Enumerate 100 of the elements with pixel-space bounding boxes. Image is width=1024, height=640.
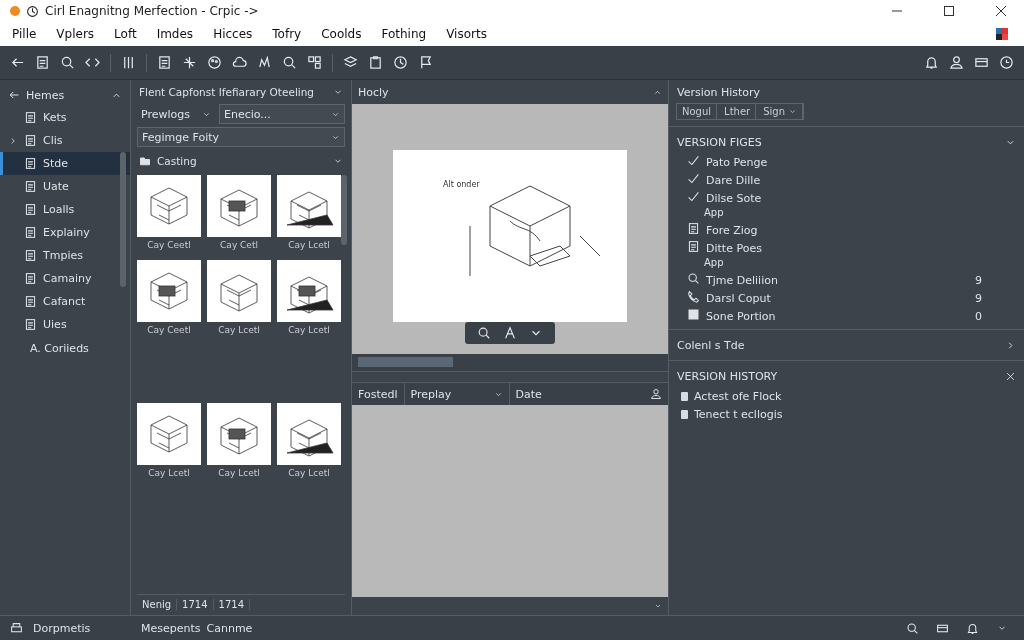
tab-button[interactable]: Lther (719, 104, 757, 119)
thumbnail-caption: Cay Lcetl (288, 325, 330, 335)
history-item[interactable]: Actest ofe Flock (694, 389, 782, 403)
menu-item[interactable]: Tofry (272, 27, 302, 41)
window-icon (974, 55, 989, 70)
sidebar-item[interactable]: Kets (0, 106, 130, 129)
grid-icon (307, 55, 322, 70)
document-icon (24, 318, 37, 331)
isometric-drawing (137, 403, 201, 465)
sidebar-item[interactable]: Stde (0, 152, 130, 175)
menu-item[interactable]: Coolds (321, 27, 362, 41)
flag-icon (418, 55, 433, 70)
section-title: VERSION FIGES (677, 135, 762, 149)
column-header[interactable]: Date (509, 383, 668, 405)
list-item[interactable]: Fore Ziog (706, 223, 758, 237)
zoom-icon (282, 55, 297, 70)
thumbnail-caption: Cay Lcetl (148, 468, 190, 478)
columns-icon (121, 55, 136, 70)
document-icon (24, 203, 37, 216)
document-icon (24, 226, 37, 239)
chevron-down-icon (654, 602, 662, 610)
clipboard-icon (368, 55, 383, 70)
check-icon (687, 172, 700, 185)
menu-item[interactable]: Hicces (213, 27, 253, 41)
scrollbar[interactable] (120, 152, 126, 287)
panel-title: Hocly (358, 85, 389, 99)
menu-item[interactable]: Pille (12, 27, 37, 41)
search-icon (687, 272, 700, 285)
check-icon (687, 154, 700, 167)
list-item[interactable]: Pato Penge (706, 155, 768, 169)
text-button[interactable] (503, 326, 517, 340)
letter-icon (503, 326, 517, 340)
isometric-drawing (137, 260, 201, 322)
sidebar-item[interactable]: A. Coriieds (0, 336, 130, 355)
menu-item[interactable]: Fothing (381, 27, 427, 41)
sidebar-item[interactable]: Cafanct (0, 290, 130, 313)
layers-icon (343, 55, 358, 70)
pen-icon (257, 55, 272, 70)
sidebar-item[interactable]: Explainy (0, 221, 130, 244)
sidebar-item[interactable]: Loalls (0, 198, 130, 221)
isometric-drawing (277, 403, 341, 465)
close-button[interactable] (1005, 370, 1016, 382)
window-title: Cirl Enagnitng Merfection - Crpic -> (45, 4, 259, 18)
page-icon (157, 55, 172, 70)
palette-icon (207, 55, 222, 70)
status-text: Mesepents (141, 621, 201, 635)
menu-item[interactable]: Vplers (56, 27, 95, 41)
isometric-drawing (277, 175, 341, 237)
isometric-drawing (137, 175, 201, 237)
sidebar-item[interactable]: Tmpies (0, 244, 130, 267)
clock-icon (393, 55, 408, 70)
menu-item[interactable]: Visorts (446, 27, 487, 41)
list-item[interactable]: Ditte Poes (706, 241, 762, 255)
thumbnail-caption: Cay Lcetl (288, 468, 330, 478)
close-icon (995, 5, 1007, 17)
document-icon (687, 240, 700, 253)
document-icon (35, 55, 50, 70)
section-title: VERSION HISTORY (677, 369, 778, 383)
status-text: Dorpmetis (33, 621, 91, 635)
panel-title: Flent Capfonst Ifefiarary Oteeling (139, 86, 315, 98)
menu-item[interactable]: Loft (114, 27, 137, 41)
document-icon (24, 157, 37, 170)
search-field[interactable]: Enecio... (219, 104, 345, 124)
item-subtitle: App (703, 257, 725, 270)
thumbnail-caption: Cay Ceetl (147, 240, 191, 250)
scrollbar[interactable] (341, 175, 347, 245)
document-icon (24, 295, 37, 308)
tab-button[interactable]: Nogul (677, 104, 718, 119)
list-item[interactable]: Dare Dille (706, 173, 761, 187)
footer-cell: 1714 (177, 598, 214, 610)
thumbnail-caption: Cay Lcetl (218, 325, 260, 335)
isometric-drawing (207, 175, 271, 237)
list-item[interactable]: Darsl Coput (706, 291, 771, 305)
thumbnail-caption: Cay Cetl (220, 240, 258, 250)
panel-title: Version History (676, 85, 762, 101)
sort-dropdown[interactable]: Fegimge Foity (137, 127, 345, 147)
sidebar-item[interactable]: Uate (0, 175, 130, 198)
tab-button[interactable]: Sign (758, 104, 803, 119)
zoom-button[interactable] (477, 326, 491, 340)
back-arrow-icon (8, 89, 20, 101)
app-logo-icon (10, 6, 20, 16)
search-icon (60, 55, 75, 70)
section-title: Colenl s Tde (677, 338, 745, 352)
isometric-drawing (277, 260, 341, 322)
clock-icon (26, 4, 39, 18)
bell-icon (924, 55, 939, 70)
history-item[interactable]: Tenect t ecllogis (694, 407, 783, 421)
filter-dropdown[interactable]: Prewlogs (137, 105, 215, 123)
scrollbar[interactable] (358, 357, 453, 367)
list-item[interactable]: Sone Portion (706, 309, 776, 323)
list-item[interactable]: Dilse Sote (706, 191, 762, 205)
sidebar-item[interactable]: Camainy (0, 267, 130, 290)
sidebar-item[interactable]: Uies (0, 313, 130, 336)
menu-item[interactable]: Imdes (156, 27, 194, 41)
footer-cell: Nenig (137, 598, 178, 610)
isometric-drawing (207, 403, 271, 465)
sidebar-item[interactable]: Clis (0, 129, 130, 152)
list-item[interactable]: Tjme Deliiion (706, 273, 778, 287)
thumbnail-caption: Cay Lcetl (288, 240, 330, 250)
sidebar-title: Hemes (26, 88, 65, 102)
